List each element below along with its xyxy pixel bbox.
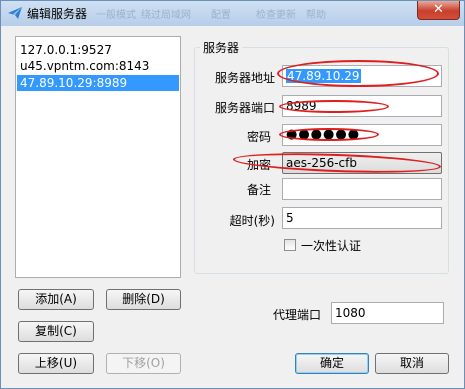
remarks-label: 备注 (246, 183, 271, 197)
ghost-title-fragment: 绕过局域网 (141, 10, 191, 21)
close-icon: ✕ (433, 2, 444, 17)
remarks-input[interactable] (282, 178, 442, 200)
move-up-button[interactable]: 上移(U) (18, 353, 94, 374)
server-port-label: 服务器端口 (214, 101, 275, 115)
title-bar[interactable]: 编辑服务器 一般模式 绕过局域网 配置 检查更新 帮助 ✕ (1, 1, 464, 26)
paper-plane-icon (8, 7, 22, 19)
delete-button[interactable]: 删除(D) (106, 289, 181, 310)
window-title: 编辑服务器 (27, 7, 88, 21)
ok-button[interactable]: 确定 (295, 353, 369, 374)
server-port-input[interactable]: 8989 (282, 95, 442, 117)
copy-button[interactable]: 复制(C) (18, 321, 94, 342)
server-group-title: 服务器 (200, 39, 243, 56)
list-item[interactable]: u45.vpntm.com:8143 (17, 58, 179, 74)
ghost-title-fragment: 配置 (211, 10, 231, 21)
timeout-input[interactable]: 5 (282, 207, 442, 229)
server-address-input[interactable]: 47.89.10.29 (282, 65, 442, 87)
ghost-title-fragment: 帮助 (306, 10, 326, 21)
password-input[interactable]: ●●●●●● (282, 124, 442, 146)
onetime-auth-label[interactable]: 一次性认证 (301, 237, 361, 254)
ghost-title-fragment: 检查更新 (256, 10, 296, 21)
list-item[interactable]: 127.0.0.1:9527 (17, 42, 179, 58)
timeout-label: 超时(秒) (229, 214, 275, 228)
close-button[interactable]: ✕ (417, 1, 460, 20)
ghost-title-fragment: 一般模式 (96, 10, 136, 21)
add-button[interactable]: 添加(A) (18, 289, 94, 310)
edit-server-window: 编辑服务器 一般模式 绕过局域网 配置 检查更新 帮助 ✕ 127.0.0.1:… (0, 0, 465, 389)
onetime-auth-checkbox[interactable] (284, 239, 296, 251)
proxy-port-input[interactable]: 1080 (331, 302, 444, 324)
cancel-button[interactable]: 取消 (375, 353, 449, 374)
move-down-button[interactable]: 下移(O) (106, 353, 181, 374)
server-address-label: 服务器地址 (214, 71, 275, 85)
proxy-port-label: 代理端口 (272, 308, 321, 322)
encryption-label: 加密 (246, 158, 271, 172)
list-item-selected[interactable]: 47.89.10.29:8989 (17, 75, 179, 91)
encryption-select[interactable]: aes-256-cfb (282, 152, 442, 174)
server-address-value: 47.89.10.29 (286, 69, 361, 83)
password-label: 密码 (246, 130, 271, 144)
server-list[interactable]: 127.0.0.1:9527 u45.vpntm.com:8143 47.89.… (15, 36, 181, 278)
